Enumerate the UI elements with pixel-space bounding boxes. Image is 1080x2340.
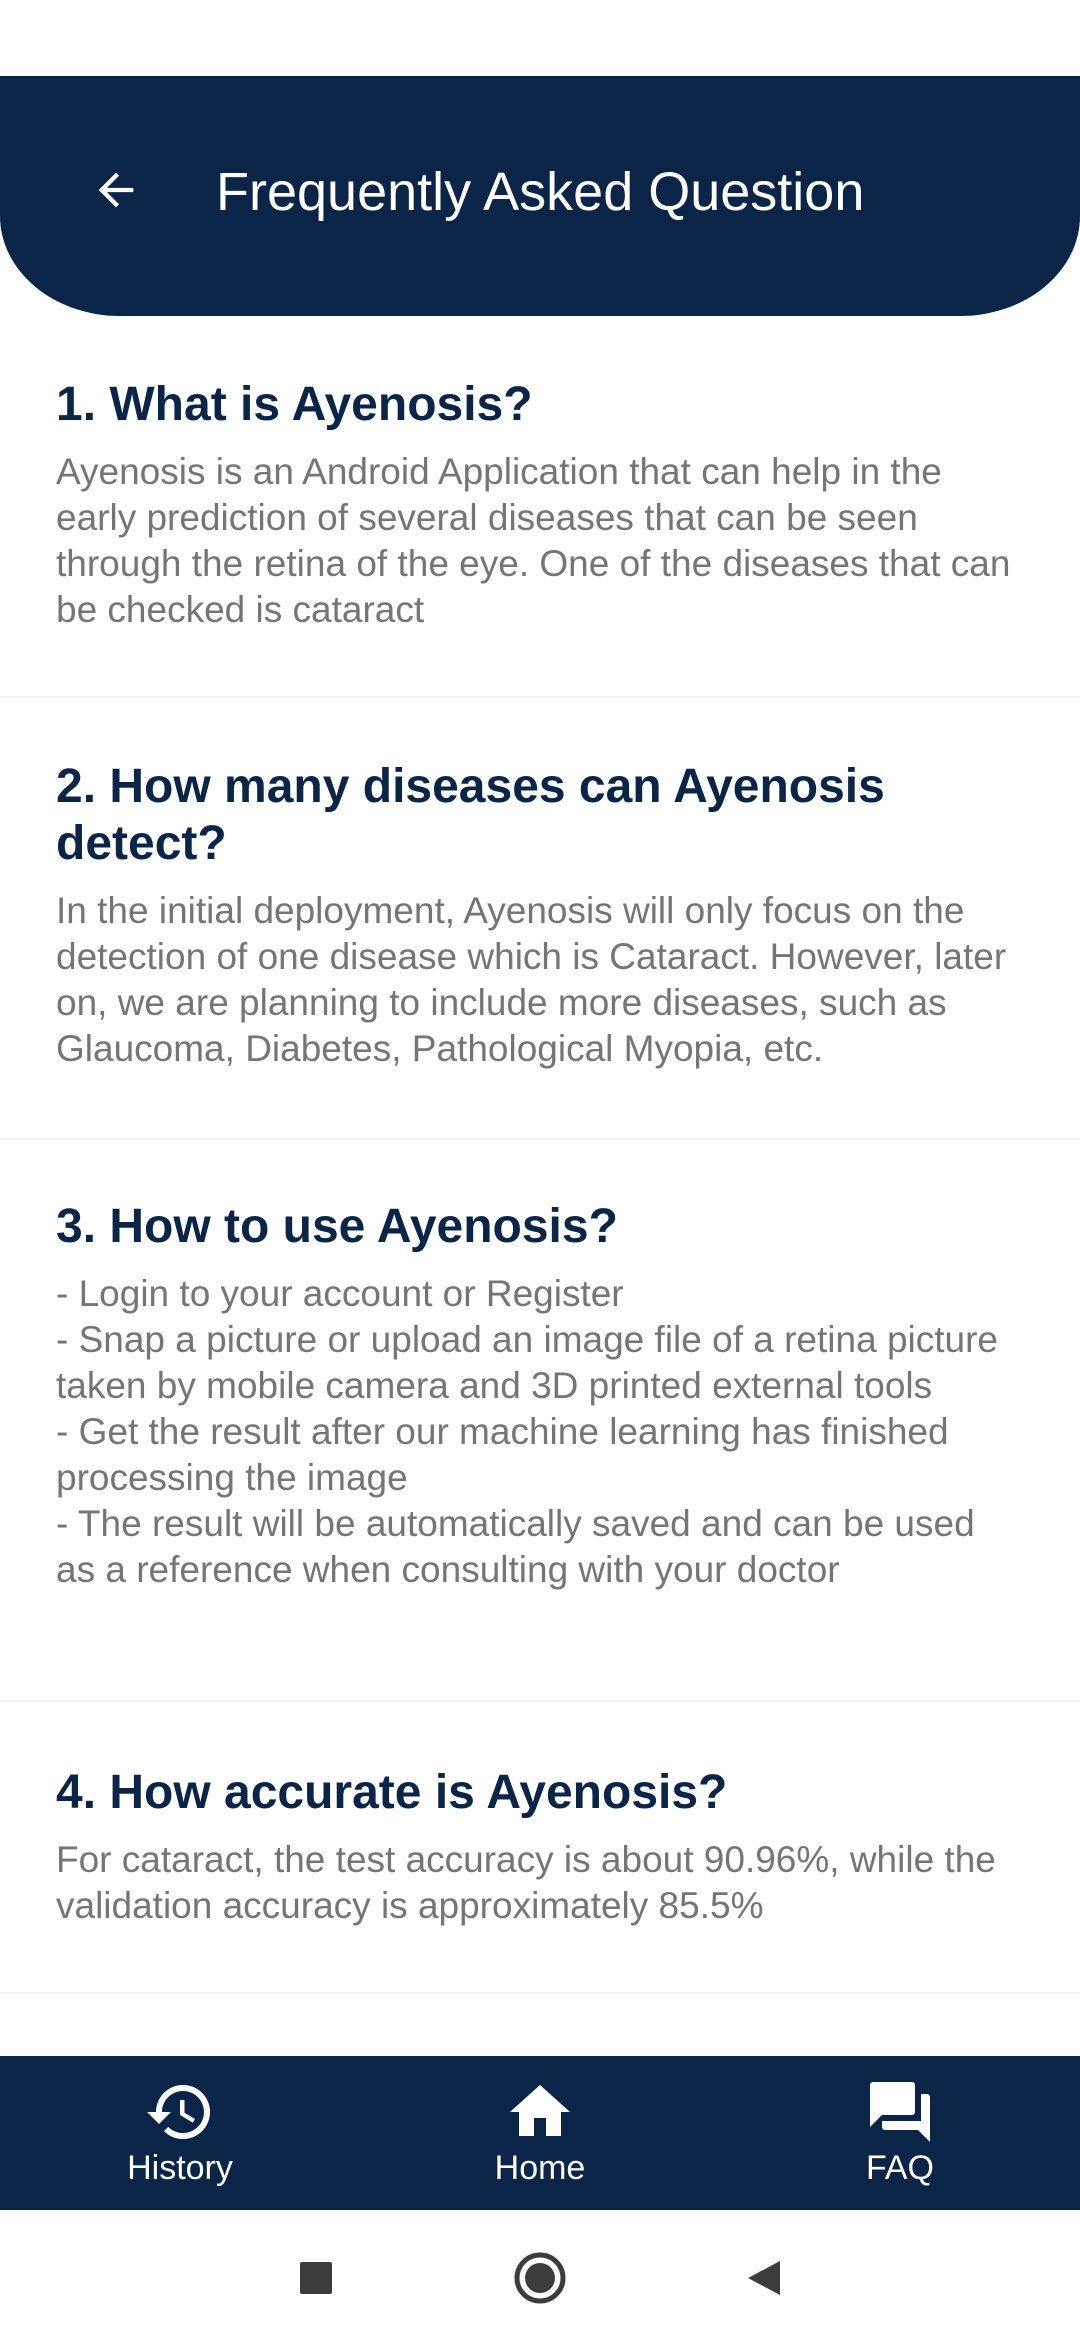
nav-item-faq[interactable]: FAQ [720, 2056, 1080, 2210]
bottom-navigation: History Home FAQ [0, 2056, 1080, 2210]
nav-item-home[interactable]: Home [360, 2056, 720, 2210]
faq-answer: Ayenosis is an Android Application that … [56, 451, 1011, 630]
home-system-button[interactable] [512, 2250, 568, 2306]
faq-question: 2. How many diseases can Ayenosis detect… [56, 760, 885, 870]
faq-question: 4. How accurate is Ayenosis? [56, 1766, 728, 1819]
nav-label: Home [494, 2149, 586, 2187]
nav-label: FAQ [865, 2149, 935, 2187]
history-icon [142, 2078, 218, 2146]
circle-icon [514, 2252, 566, 2304]
faq-item: 2. How many diseases can Ayenosis detect… [0, 758, 1080, 1072]
faq-answer: For cataract, the test accuracy is about… [56, 1839, 996, 1926]
faq-question: 3. How to use Ayenosis? [56, 1200, 618, 1253]
divider [0, 1138, 1080, 1140]
arrow-left-icon [98, 172, 134, 208]
back-button[interactable] [82, 156, 150, 224]
divider [0, 1992, 1080, 1994]
system-navigation-bar [0, 2210, 1080, 2340]
triangle-left-icon [748, 2261, 780, 2295]
faq-answer: In the initial deployment, Ayenosis will… [56, 890, 1007, 1069]
faq-item: 1. What is Ayenosis? Ayenosis is an Andr… [0, 376, 1080, 633]
forum-icon [862, 2078, 938, 2146]
recents-button[interactable] [288, 2250, 344, 2306]
faq-answer: - Login to your account or Register - Sn… [56, 1273, 999, 1590]
nav-label: History [127, 2149, 233, 2187]
square-icon [300, 2262, 332, 2294]
home-icon [502, 2078, 578, 2146]
divider [0, 696, 1080, 698]
nav-item-history[interactable]: History [0, 2056, 360, 2210]
faq-item: 3. How to use Ayenosis? - Login to your … [0, 1198, 1080, 1593]
faq-question: 1. What is Ayenosis? [56, 378, 533, 431]
status-bar [0, 0, 1080, 76]
faq-list[interactable]: 1. What is Ayenosis? Ayenosis is an Andr… [0, 316, 1080, 2056]
faq-item: 4. How accurate is Ayenosis? For catarac… [0, 1764, 1080, 1929]
divider [0, 1700, 1080, 1702]
back-system-button[interactable] [736, 2250, 792, 2306]
page-title: Frequently Asked Question [216, 162, 865, 222]
